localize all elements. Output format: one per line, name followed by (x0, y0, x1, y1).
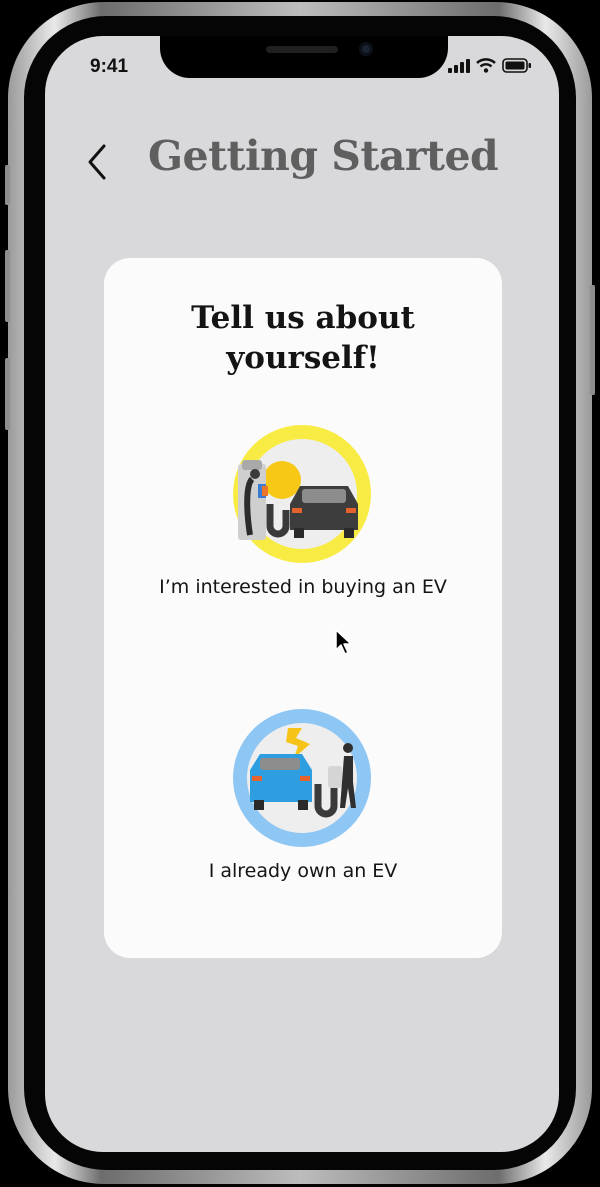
side-button-volume-down (5, 358, 10, 430)
card-title: Tell us about yourself! (104, 298, 502, 378)
chevron-left-icon[interactable] (82, 140, 122, 184)
battery-icon (502, 58, 531, 73)
notch (160, 36, 448, 78)
card-title-text: Tell us about yourself! (191, 300, 415, 376)
option-own-ev[interactable]: I already own an EV (104, 708, 502, 898)
side-button-power (590, 285, 595, 395)
side-button-volume-up (5, 250, 10, 322)
page-title: Getting Started (148, 132, 499, 180)
wifi-icon (476, 58, 496, 73)
option-buying-ev-label: I’m interested in buying an EV (159, 576, 447, 598)
signal-icon (448, 58, 470, 73)
speaker (266, 46, 338, 53)
option-buying-ev[interactable]: I’m interested in buying an EV (104, 424, 502, 614)
ev-buyer-illustration (233, 425, 371, 563)
ev-owner-illustration (233, 709, 371, 847)
status-time: 9:41 (90, 56, 129, 77)
side-button-mute (5, 165, 10, 205)
mouse-cursor-icon (335, 629, 352, 655)
screen: Tell us about yourself! I’m interested i… (45, 36, 559, 1152)
front-camera (359, 42, 373, 56)
option-card: Tell us about yourself! I’m interested i… (104, 258, 502, 958)
option-own-ev-label: I already own an EV (208, 860, 398, 882)
status-icons (448, 58, 532, 73)
